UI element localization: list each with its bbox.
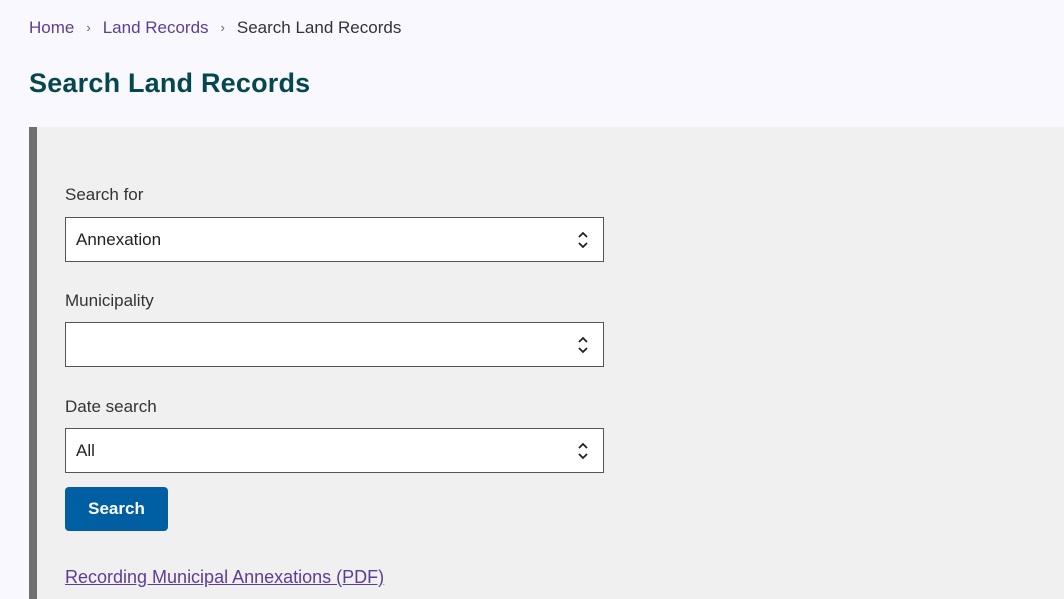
breadcrumb-current: Search Land Records (236, 18, 402, 37)
search-button[interactable]: Search (65, 487, 168, 531)
select-arrows-icon (578, 442, 588, 460)
search-for-select[interactable]: Annexation (65, 217, 604, 262)
recording-municipal-annexations-pdf-link[interactable]: Recording Municipal Annexations (PDF) (65, 567, 384, 588)
date-search-label: Date search (65, 397, 157, 416)
date-search-select[interactable]: All (65, 428, 604, 473)
municipality-select[interactable] (65, 322, 604, 367)
search-for-value: Annexation (76, 229, 162, 249)
page-title: Search Land Records (29, 68, 311, 98)
search-form-panel: Search for Annexation Municipality Date … (29, 127, 1064, 599)
chevron-right-icon: › (220, 20, 225, 35)
municipality-label: Municipality (65, 291, 154, 310)
breadcrumb-home[interactable]: Home (29, 17, 74, 39)
breadcrumb-land-records[interactable]: Land Records (103, 17, 209, 39)
select-arrows-icon (578, 336, 588, 354)
chevron-right-icon: › (86, 20, 91, 35)
select-arrows-icon (578, 231, 588, 249)
date-search-value: All (76, 440, 95, 460)
search-for-label: Search for (65, 185, 144, 204)
breadcrumb: Home › Land Records › Search Land Record… (29, 17, 401, 39)
